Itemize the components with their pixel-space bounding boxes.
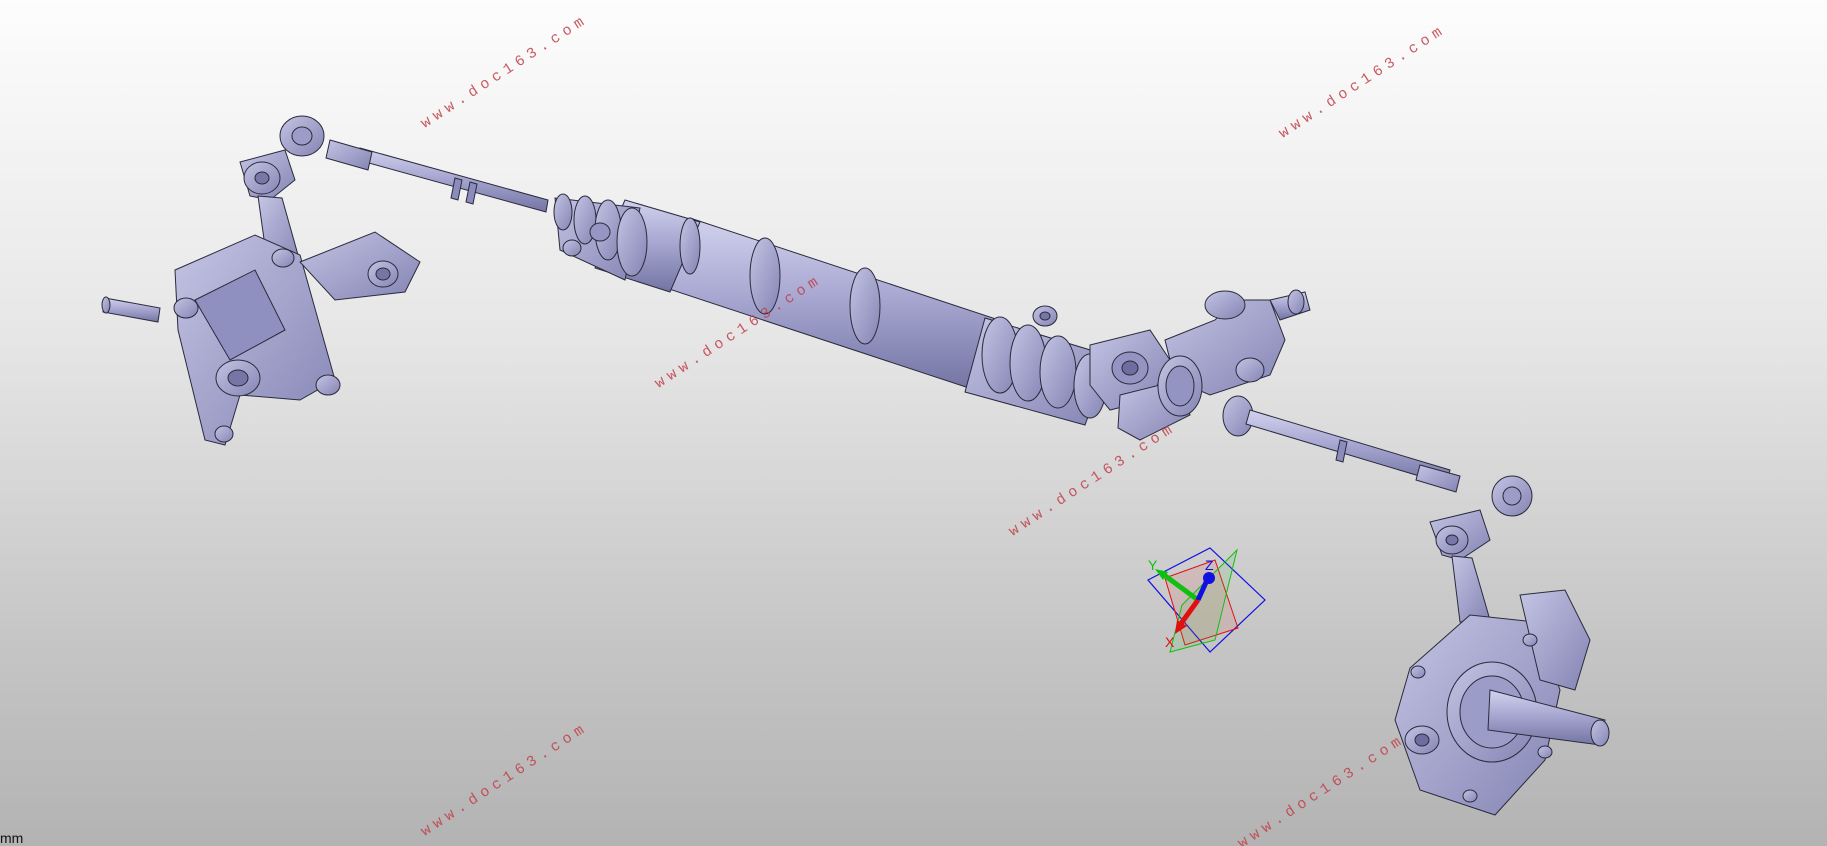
steering-assembly-model[interactable]: Y X Z	[0, 0, 1827, 846]
left-boot[interactable]	[553, 193, 648, 281]
y-axis-label: Y	[1148, 557, 1158, 573]
pinion-housing[interactable]	[1089, 289, 1311, 441]
left-steering-knuckle[interactable]	[101, 231, 421, 446]
x-axis-label: X	[1165, 634, 1175, 650]
3d-viewport[interactable]: Y X Z www.doc163.com www.doc163.com www.…	[0, 0, 1827, 846]
right-tie-rod[interactable]	[1245, 409, 1533, 517]
right-boot[interactable]	[964, 305, 1111, 426]
z-axis-label: Z	[1205, 557, 1214, 573]
right-steering-knuckle[interactable]	[1394, 589, 1610, 816]
units-label: mm	[0, 830, 24, 846]
left-tie-rod[interactable]	[279, 115, 549, 213]
axis-compass[interactable]: Y X Z	[1147, 547, 1266, 653]
right-steering-arm[interactable]	[1429, 509, 1491, 623]
